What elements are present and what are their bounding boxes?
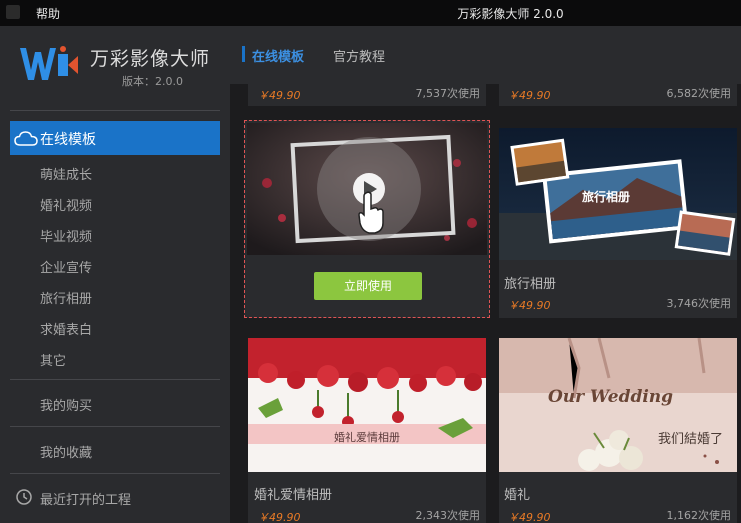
tab-online-templates[interactable]: 在线模板 — [252, 46, 304, 65]
sidebar: 万彩影像大师 版本：2.0.0 在线模板 萌娃成长 婚礼视频 毕业视频 企业宣传… — [0, 26, 230, 523]
preview-overlay-text: 旅行相册 — [582, 190, 631, 204]
template-card-hovered[interactable]: 立即使用 — [244, 120, 490, 318]
sidebar-item-recent-projects[interactable]: 最近打开的工程 — [40, 489, 131, 508]
usage-count: 7,537次使用 — [415, 87, 481, 100]
preview-overlay-text: 我们結婚了 — [658, 432, 724, 447]
price-label: ￥49.90 — [508, 89, 551, 102]
sidebar-item-other[interactable]: 其它 — [40, 350, 66, 369]
sidebar-item-graduation-video[interactable]: 毕业视频 — [40, 226, 92, 245]
sidebar-item-travel-album[interactable]: 旅行相册 — [40, 288, 92, 307]
title-bar: 帮助 万彩影像大师 2.0.0 — [0, 0, 741, 26]
sidebar-item-label: 在线模板 — [40, 132, 96, 148]
app-version: 版本：2.0.0 — [122, 75, 183, 88]
template-preview — [248, 338, 486, 472]
price-label: ￥49.90 — [508, 511, 551, 523]
divider — [10, 426, 220, 427]
sidebar-item-company-promo[interactable]: 企业宣传 — [40, 257, 92, 276]
tab-official-tutorials[interactable]: 官方教程 — [333, 46, 385, 65]
usage-count: 1,162次使用 — [666, 509, 732, 522]
template-preview — [247, 123, 487, 255]
price-label: ￥49.90 — [258, 511, 301, 523]
divider — [10, 473, 220, 474]
template-grid: ￥49.90 7,537次使用 ￥49.90 6,582次使用 立即使用 旅行相… — [230, 84, 741, 523]
template-title: 旅行相册 — [504, 277, 557, 292]
template-title: 婚礼 — [504, 488, 531, 503]
preview-overlay-title: Our Wedding — [548, 387, 674, 407]
sidebar-item-my-purchases[interactable]: 我的购买 — [40, 395, 92, 414]
price-label: ￥49.90 — [258, 89, 301, 102]
sidebar-item-online-templates[interactable]: 在线模板 — [10, 121, 220, 155]
usage-count: 6,582次使用 — [666, 87, 732, 100]
active-tab-indicator — [242, 46, 245, 62]
divider — [10, 379, 220, 380]
cloud-icon — [14, 131, 38, 146]
brand-name: 万彩影像大师 — [90, 48, 211, 70]
price-label: ￥49.90 — [508, 299, 551, 312]
use-now-button[interactable]: 立即使用 — [314, 272, 422, 300]
sidebar-item-my-favorites[interactable]: 我的收藏 — [40, 442, 92, 461]
template-title: 婚礼爱情相册 — [254, 488, 333, 503]
usage-count: 2,343次使用 — [415, 509, 481, 522]
tab-bar: 在线模板 官方教程 — [230, 26, 741, 84]
divider — [10, 110, 220, 111]
sidebar-item-baby-growth[interactable]: 萌娃成长 — [40, 164, 92, 183]
app-logo — [20, 46, 78, 80]
sidebar-item-wedding-video[interactable]: 婚礼视频 — [40, 195, 92, 214]
hand-cursor-icon — [358, 191, 384, 234]
preview-overlay-text: 婚礼爱情相册 — [334, 431, 400, 444]
clock-icon — [16, 489, 32, 505]
sidebar-item-proposal[interactable]: 求婚表白 — [40, 319, 92, 338]
window-title: 万彩影像大师 2.0.0 — [457, 7, 564, 21]
usage-count: 3,746次使用 — [666, 297, 732, 310]
